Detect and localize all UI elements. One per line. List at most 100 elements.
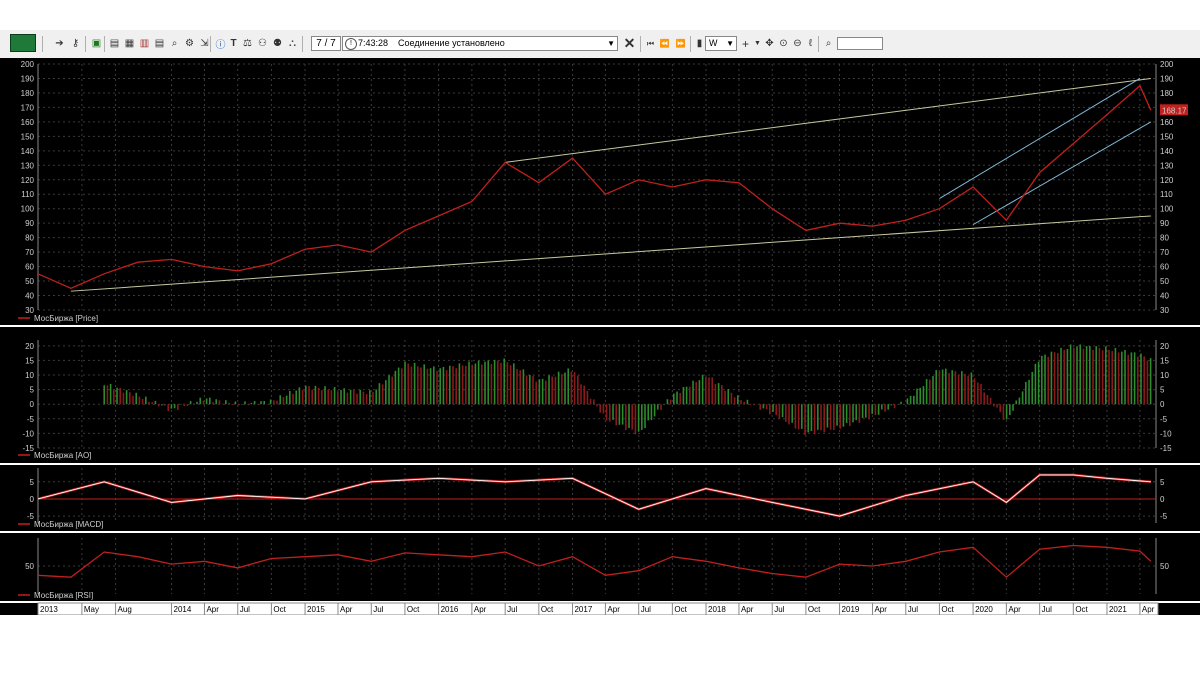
chart-canvas[interactable]: 2002001901901801801701701601601501501401… — [0, 58, 1200, 615]
y-tick-label-right: -15 — [1160, 444, 1172, 453]
search-input[interactable] — [837, 37, 883, 50]
x-axis-label: Jul — [641, 605, 651, 614]
x-axis-label: May — [84, 605, 99, 614]
y-tick-label-left: 140 — [21, 147, 35, 156]
y-tick-label-left: 150 — [21, 132, 35, 141]
y-tick-label-right: 40 — [1160, 292, 1169, 301]
y-tick-label-left: 5 — [30, 478, 35, 487]
y-tick-label-right: 140 — [1160, 147, 1174, 156]
connection-status-icon: ! — [345, 38, 357, 50]
interval-value: W — [709, 38, 718, 48]
toolbar-separator — [690, 36, 691, 52]
fast-forward-icon[interactable]: ⏩ — [673, 36, 688, 51]
app-logo-icon[interactable] — [10, 34, 36, 52]
toolbar-separator — [640, 36, 641, 52]
status-time: 7:43:28 — [358, 38, 389, 48]
trading-terminal-window: ➔ ⚷ ▣ ▤ ▦ ▥ ▤ ⌕ ⚙ ⇲ ⓘ T ⚖ ⚇ ⚉ ⛬ 7 / 7 ! … — [0, 30, 1200, 615]
chart-area[interactable]: 2002001901901801801701701601601501501401… — [0, 58, 1200, 615]
key-icon[interactable]: ⚷ — [68, 36, 83, 51]
users-icon[interactable]: ⚇ — [255, 36, 270, 51]
text-tool-icon[interactable]: T — [226, 36, 241, 51]
connection-status-box[interactable]: ! 7:43:28 Соединение установлено ▼ — [342, 36, 618, 51]
portfolio-icon[interactable]: ⛬ — [285, 36, 300, 51]
y-tick-label-left: 5 — [30, 386, 35, 395]
y-tick-label-left: 20 — [25, 342, 34, 351]
x-axis-label: Apr — [206, 605, 219, 614]
legend-label-rsi: МосБиржа [RSI] — [34, 591, 93, 600]
y-tick-label-right: 180 — [1160, 89, 1174, 98]
toolbar-separator — [302, 36, 303, 52]
x-axis-label: 2020 — [975, 605, 993, 614]
draw-icon[interactable]: ℓ — [803, 36, 818, 51]
legend-label-ao: МосБиржа [AO] — [34, 451, 91, 460]
x-axis-label: Jul — [240, 605, 250, 614]
zoom-target-icon[interactable]: ⊙ — [776, 36, 791, 51]
toolbar-separator — [85, 36, 86, 52]
window-quotes-icon[interactable]: ▦ — [122, 36, 137, 51]
chevron-down-icon[interactable]: ▼ — [726, 37, 734, 50]
close-icon[interactable]: ✕ — [622, 35, 637, 51]
channel-lower-line[interactable] — [972, 121, 1152, 226]
y-tick-label-right: 160 — [1160, 118, 1174, 127]
toolbar-separator — [104, 36, 105, 52]
price-series-line[interactable] — [37, 84, 1152, 290]
x-axis-label: 2013 — [40, 605, 58, 614]
x-axis-label: 2021 — [1109, 605, 1127, 614]
y-tick-label-right: 50 — [1160, 277, 1169, 286]
x-axis-label: Oct — [273, 605, 286, 614]
x-axis-label: 2019 — [842, 605, 860, 614]
rewind-icon[interactable]: ⏪ — [657, 36, 672, 51]
search-icon[interactable]: ⌕ — [821, 36, 836, 51]
group-icon[interactable]: ⚉ — [270, 36, 285, 51]
y-tick-label-right: 0 — [1160, 400, 1165, 409]
y-tick-label-right: 10 — [1160, 371, 1169, 380]
y-tick-label-left: 60 — [25, 263, 34, 272]
y-tick-label-right: 5 — [1160, 478, 1165, 487]
y-tick-label-left: 170 — [21, 103, 35, 112]
y-tick-label-right: 130 — [1160, 161, 1174, 170]
new-window-icon[interactable]: ▣ — [89, 36, 104, 51]
y-tick-label-right: 150 — [1160, 132, 1174, 141]
search-window-icon[interactable]: ⌕ — [167, 36, 182, 51]
x-axis-label: Jul — [373, 605, 383, 614]
y-tick-label-left: 15 — [25, 356, 34, 365]
y-tick-label-left: 160 — [21, 118, 35, 127]
x-axis-label: Apr — [340, 605, 353, 614]
toolbar-separator — [818, 36, 819, 52]
status-message: Соединение установлено — [398, 38, 505, 48]
y-tick-label-right: 120 — [1160, 176, 1174, 185]
interval-select[interactable]: W ▼ — [705, 36, 737, 51]
y-tick-label-right: -10 — [1160, 429, 1172, 438]
rsi-line[interactable] — [37, 544, 1152, 579]
scales-icon[interactable]: ⚖ — [240, 36, 255, 51]
x-axis-label: 2018 — [708, 605, 726, 614]
y-tick-label-left: 200 — [21, 60, 35, 69]
x-axis-label: 2016 — [441, 605, 459, 614]
resistance-trend-line[interactable] — [505, 77, 1151, 163]
first-page-icon[interactable]: ⏮ — [643, 36, 658, 51]
y-tick-label-left: -15 — [22, 444, 34, 453]
chevron-down-icon[interactable]: ▼ — [607, 37, 615, 50]
x-axis-label: Oct — [541, 605, 554, 614]
y-tick-label-right: 190 — [1160, 74, 1174, 83]
y-tick-label-left: 90 — [25, 219, 34, 228]
window-list-icon[interactable]: ▤ — [152, 36, 167, 51]
y-tick-label-right: 5 — [1160, 386, 1165, 395]
y-tick-label-left: 110 — [21, 190, 34, 199]
y-tick-label-left: 130 — [21, 161, 35, 170]
x-axis-label: Apr — [1008, 605, 1021, 614]
y-tick-label-right: 30 — [1160, 306, 1169, 315]
x-axis-label: Apr — [474, 605, 487, 614]
y-tick-label-right: 90 — [1160, 219, 1169, 228]
x-axis-label: Jul — [774, 605, 784, 614]
y-tick-label-right: 60 — [1160, 263, 1169, 272]
window-table-icon[interactable]: ▤ — [107, 36, 122, 51]
y-tick-label-left: 80 — [25, 234, 34, 243]
move-icon[interactable]: ✥ — [762, 36, 777, 51]
arrow-right-icon[interactable]: ➔ — [52, 36, 67, 51]
window-chart-icon[interactable]: ▥ — [137, 36, 152, 51]
y-tick-label-right: 50 — [1160, 562, 1169, 571]
settings-window-icon[interactable]: ⚙ — [182, 36, 197, 51]
y-tick-label-left: 180 — [21, 89, 35, 98]
support-trend-line[interactable] — [70, 215, 1151, 292]
